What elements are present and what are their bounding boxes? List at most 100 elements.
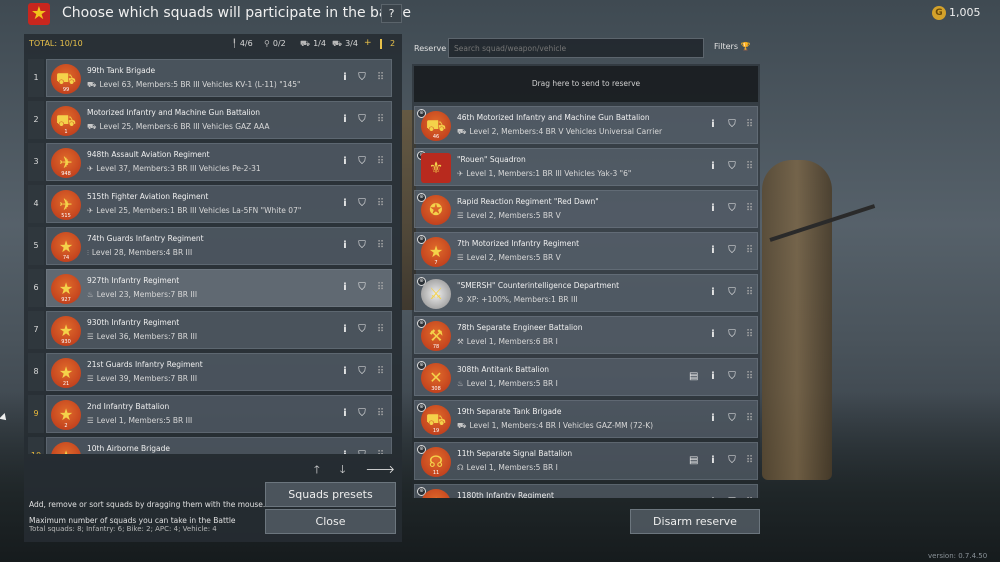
drag-handle-icon[interactable]: ⠿ — [374, 114, 386, 125]
close-button[interactable]: Close — [265, 509, 396, 534]
squad-row[interactable]: 9 ★ 2 2nd Infantry Battalion ☰ Level 1, Membe… — [28, 395, 396, 433]
info-icon[interactable]: i — [339, 156, 351, 167]
bookmark-icon[interactable]: ⛉ — [356, 198, 368, 209]
info-icon[interactable]: i — [707, 329, 719, 340]
help-button[interactable]: ? — [381, 4, 402, 23]
squad-card[interactable]: ★ 2 2nd Infantry Battalion ☰ Level 1, Member… — [46, 395, 392, 433]
reserve-drop-zone[interactable]: Drag here to send to reserve — [414, 66, 758, 102]
bookmark-icon[interactable]: ⛉ — [726, 119, 738, 130]
squad-card[interactable]: ✈ 515 515th Fighter Aviation Regiment ✈ Leve… — [46, 185, 392, 223]
drag-handle-icon[interactable]: ⠿ — [374, 72, 386, 83]
squad-row[interactable]: 4 ✈ 515 515th Fighter Aviation Regiment ✈ Lev… — [28, 185, 396, 223]
drag-handle-icon[interactable]: ⠿ — [374, 282, 386, 293]
bookmark-icon[interactable]: ⛉ — [356, 282, 368, 293]
info-icon[interactable]: i — [707, 119, 719, 130]
squad-card[interactable]: ★ 10th Airborne Brigade i ⛉ ⠿ — [46, 437, 392, 454]
bookmark-icon[interactable]: ⛉ — [356, 450, 368, 454]
info-icon[interactable]: i — [339, 240, 351, 251]
info-icon[interactable]: i — [339, 324, 351, 335]
squad-row[interactable]: 7 ★ 930 930th Infantry Regiment ☰ Level 36, M… — [28, 311, 396, 349]
squad-card[interactable]: ★ 21 21st Guards Infantry Regiment ☰ Level 3… — [46, 353, 392, 391]
info-icon[interactable]: i — [339, 198, 351, 209]
squad-row[interactable]: 5 ★ 74 74th Guards Infantry Regiment ⫶ Level … — [28, 227, 396, 265]
reserve-squad-card[interactable]: ⊕ ⛟ 46 46th Motorized Infantry and Machine … — [414, 106, 758, 144]
manual-book-icon[interactable]: ▤ — [689, 455, 698, 466]
info-icon[interactable]: i — [707, 455, 719, 466]
info-icon[interactable]: i — [707, 371, 719, 382]
drag-handle-icon[interactable]: ⠿ — [743, 413, 755, 424]
bookmark-icon[interactable]: ⛉ — [726, 371, 738, 382]
manual-book-icon[interactable]: ▤ — [689, 371, 698, 382]
reserve-squad-card[interactable]: ⊕ ⚔ "SMERSH" Counterintelligence Departmen… — [414, 274, 758, 312]
squad-card[interactable]: ⛟ 1 Motorized Infantry and Machine Gun Bat… — [46, 101, 392, 139]
drag-handle-icon[interactable]: ⠿ — [743, 203, 755, 214]
drag-handle-icon[interactable]: ⠿ — [743, 245, 755, 256]
reserve-squad-card[interactable]: ⊕ ✕ 308 308th Antitank Battalion ♨ Level 1, M… — [414, 358, 758, 396]
squad-card[interactable]: ✈ 948 948th Assault Aviation Regiment ✈ Leve… — [46, 143, 392, 181]
info-icon[interactable]: i — [339, 408, 351, 419]
bookmark-icon[interactable]: ⛉ — [726, 329, 738, 340]
reserve-squad-card[interactable]: ⊕⚜"Rouen" Squadron✈Level 1, Members:1 BR… — [414, 148, 758, 186]
reserve-squad-card[interactable]: ⊕ ⛟ 19 19th Separate Tank Brigade ⛟ Level 1, … — [414, 400, 758, 438]
bookmark-icon[interactable]: ⛉ — [356, 366, 368, 377]
drag-handle-icon[interactable]: ⠿ — [374, 198, 386, 209]
squad-row[interactable]: 10 ★ 10th Airborne Brigade i ⛉ ⠿ — [28, 437, 396, 454]
bookmark-icon[interactable]: ⛉ — [726, 413, 738, 424]
drag-handle-icon[interactable]: ⠿ — [374, 240, 386, 251]
drag-handle-icon[interactable]: ⠿ — [743, 161, 755, 172]
drag-handle-icon[interactable]: ⠿ — [374, 408, 386, 419]
reserve-squad-card[interactable]: ⊕★1180th Infantry Regimenti⛉⠿ — [414, 484, 758, 498]
drag-handle-icon[interactable]: ⠿ — [374, 366, 386, 377]
info-icon[interactable]: i — [707, 245, 719, 256]
info-icon[interactable]: i — [707, 287, 719, 298]
search-input[interactable] — [448, 38, 704, 58]
drag-handle-icon[interactable]: ⠿ — [743, 497, 755, 498]
disarm-reserve-button[interactable]: Disarm reserve — [630, 509, 760, 534]
filters-button[interactable]: Filters 🏆 — [714, 42, 751, 51]
squad-card[interactable]: ★ 930 930th Infantry Regiment ☰ Level 36, Me… — [46, 311, 392, 349]
bookmark-icon[interactable]: ⛉ — [726, 497, 738, 498]
squad-card[interactable]: ★ 74 74th Guards Infantry Regiment ⫶ Level 2… — [46, 227, 392, 265]
info-icon[interactable]: i — [339, 450, 351, 454]
bookmark-icon[interactable]: ⛉ — [726, 161, 738, 172]
move-right-icon[interactable]: 🡒 — [365, 463, 395, 476]
squads-presets-button[interactable]: Squads presets — [265, 482, 396, 507]
reserve-squad-card[interactable]: ⊕ ⚒ 78 78th Separate Engineer Battalion ⚒ Lev… — [414, 316, 758, 354]
drag-handle-icon[interactable]: ⠿ — [374, 324, 386, 335]
reserve-squad-card[interactable]: ⊕ ☊ 11 11th Separate Signal Battalion ☊ Level… — [414, 442, 758, 480]
bookmark-icon[interactable]: ⛉ — [356, 72, 368, 83]
info-icon[interactable]: i — [707, 497, 719, 498]
move-up-icon[interactable]: 🡑 — [314, 463, 320, 476]
drag-handle-icon[interactable]: ⠿ — [374, 450, 386, 454]
info-icon[interactable]: i — [707, 413, 719, 424]
drag-handle-icon[interactable]: ⠿ — [743, 371, 755, 382]
info-icon[interactable]: i — [707, 161, 719, 172]
move-down-icon[interactable]: 🡓 — [340, 463, 346, 476]
info-icon[interactable]: i — [707, 203, 719, 214]
info-icon[interactable]: i — [339, 366, 351, 377]
drag-handle-icon[interactable]: ⠿ — [743, 287, 755, 298]
squad-row[interactable]: 1 ⛟ 99 99th Tank Brigade ⛟ Level 63, Members:… — [28, 59, 396, 97]
bookmark-icon[interactable]: ⛉ — [356, 240, 368, 251]
drag-handle-icon[interactable]: ⠿ — [743, 329, 755, 340]
bookmark-icon[interactable]: ⛉ — [726, 203, 738, 214]
drag-handle-icon[interactable]: ⠿ — [374, 156, 386, 167]
drag-handle-icon[interactable]: ⠿ — [743, 119, 755, 130]
squad-row[interactable]: 2 ⛟ 1 Motorized Infantry and Machine Gun Ba… — [28, 101, 396, 139]
reserve-squad-card[interactable]: ⊕ ✪ Rapid Reaction Regiment "Red Dawn" ☰ Lev… — [414, 190, 758, 228]
info-icon[interactable]: i — [339, 114, 351, 125]
bookmark-icon[interactable]: ⛉ — [356, 114, 368, 125]
bookmark-icon[interactable]: ⛉ — [726, 287, 738, 298]
info-icon[interactable]: i — [339, 72, 351, 83]
add-squad-icon[interactable]: + — [364, 38, 372, 48]
info-icon[interactable]: i — [339, 282, 351, 293]
squad-card[interactable]: ⛟ 99 99th Tank Brigade ⛟ Level 63, Members:5… — [46, 59, 392, 97]
squad-row[interactable]: 3 ✈ 948 948th Assault Aviation Regiment ✈ Lev… — [28, 143, 396, 181]
bookmark-icon[interactable]: ⛉ — [356, 324, 368, 335]
squad-card[interactable]: ★ 927 927th Infantry Regiment ♨ Level 23, Me… — [46, 269, 392, 307]
bookmark-icon[interactable]: ⛉ — [726, 245, 738, 256]
squad-row[interactable]: 6 ★ 927 927th Infantry Regiment ♨ Level 23, M… — [28, 269, 396, 307]
drag-handle-icon[interactable]: ⠿ — [743, 455, 755, 466]
bookmark-icon[interactable]: ⛉ — [356, 156, 368, 167]
bookmark-icon[interactable]: ⛉ — [356, 408, 368, 419]
